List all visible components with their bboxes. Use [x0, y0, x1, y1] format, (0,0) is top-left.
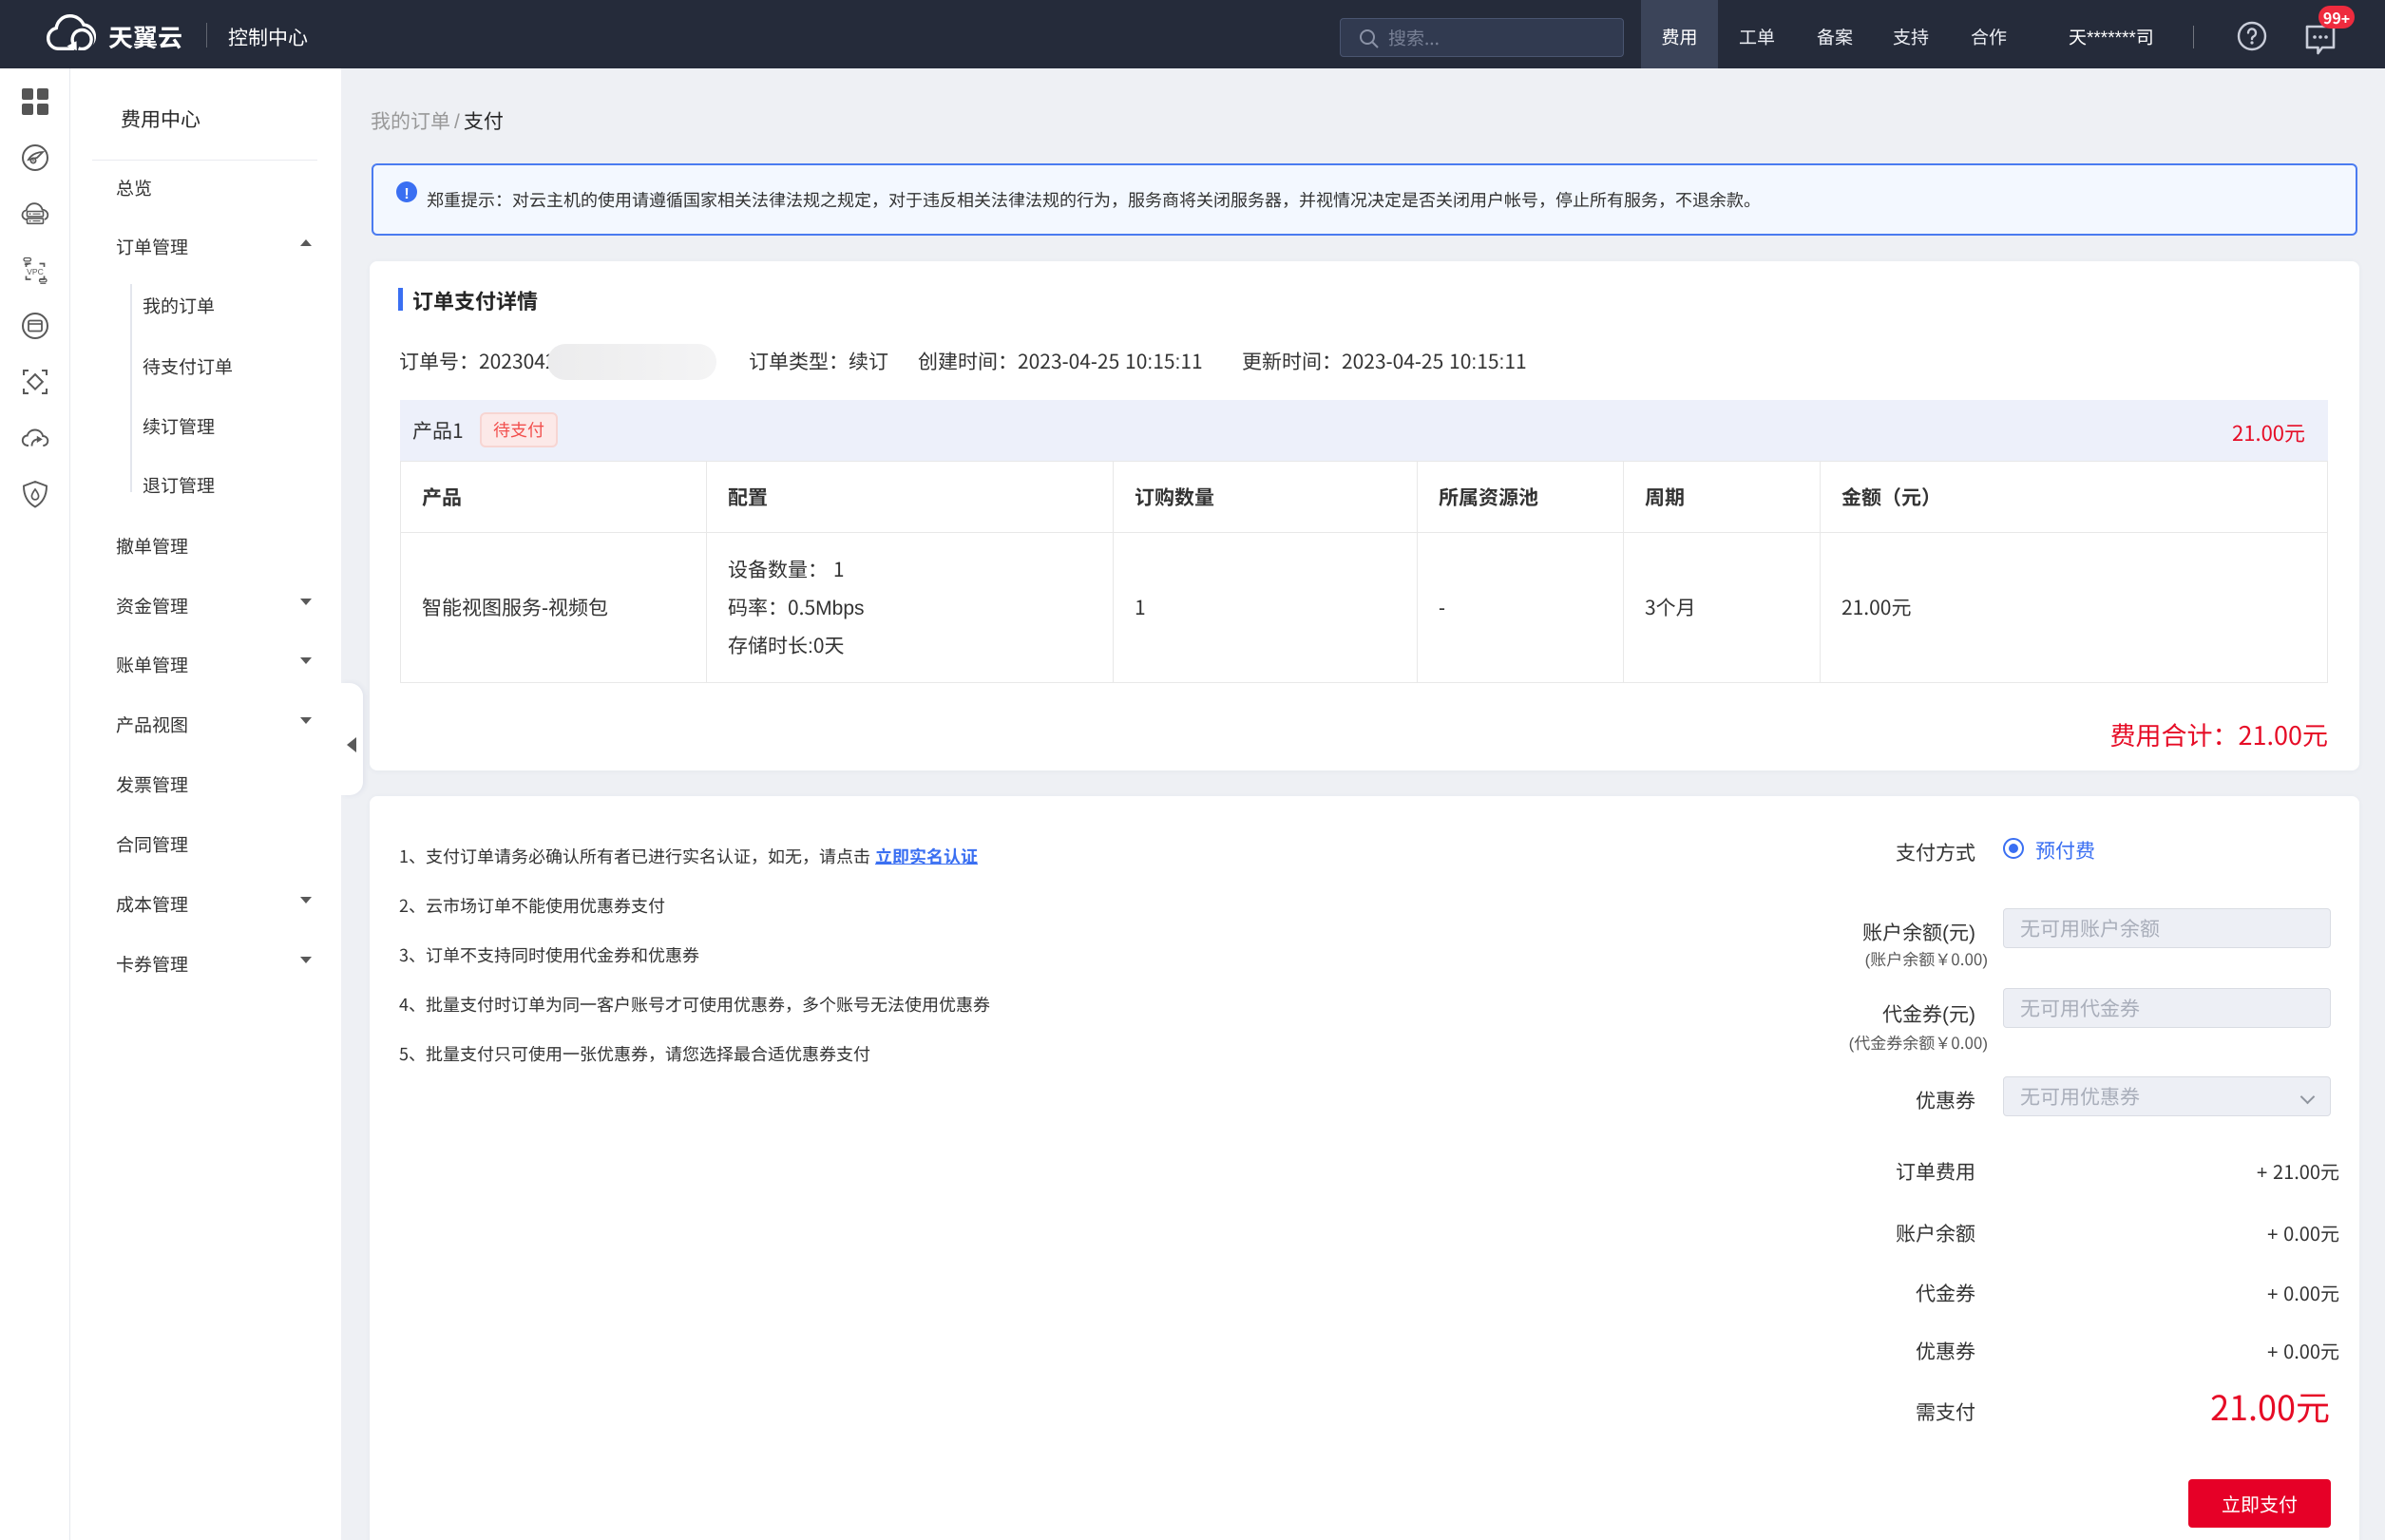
svg-text:VPC: VPC: [27, 267, 44, 276]
